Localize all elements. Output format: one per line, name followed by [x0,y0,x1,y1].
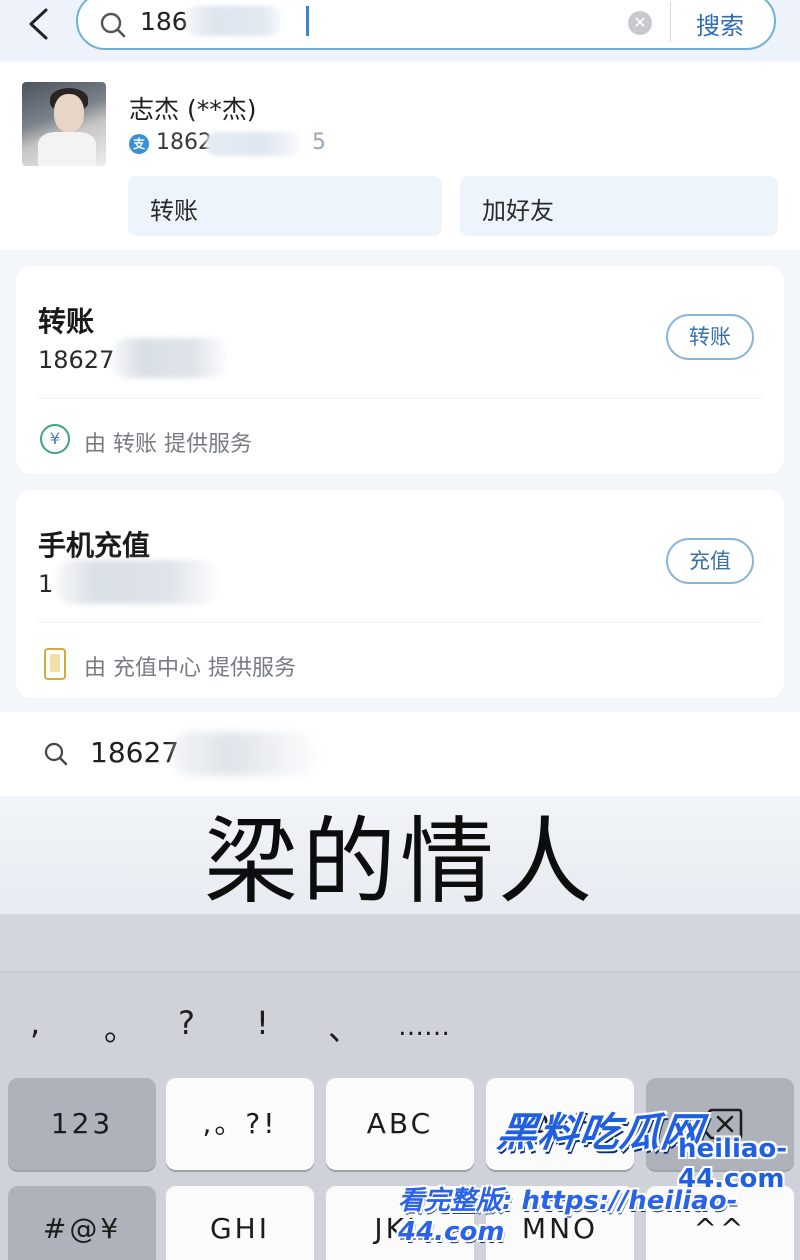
add-friend-label: 加好友 [482,197,554,225]
search-query-text: 186 [140,7,188,36]
avatar [22,82,106,166]
phone-icon [44,648,66,680]
text-caret [306,6,309,36]
back-button[interactable] [18,4,58,44]
transfer-button[interactable]: 转账 [666,314,754,360]
watermark-logo: 黑料吃瓜网 [494,1110,706,1156]
add-friend-button[interactable]: 加好友 [460,176,778,236]
punct-key[interactable]: 。 [104,1004,136,1050]
yen-icon: ¥ [40,424,70,454]
punctuation-key[interactable]: ,。?! [166,1078,314,1170]
card-title: 手机充值 [38,529,151,562]
search-input[interactable]: 186 ✕ 搜索 [76,0,776,50]
recharge-service-card[interactable]: 手机充值 1 充值 由 充值中心 提供服务 [16,490,784,698]
suggestion-text: 18627 [90,736,180,769]
divider [670,2,671,42]
search-suggestion[interactable]: 18627 [0,712,800,796]
clear-icon[interactable]: ✕ [628,11,652,35]
punct-key[interactable]: ! [256,1004,269,1042]
alipay-icon: 支 [129,134,149,154]
divider [38,622,762,623]
search-icon [44,742,68,766]
numbers-key[interactable]: 123 [8,1078,156,1170]
search-icon [100,12,126,38]
punct-key[interactable]: …… [398,1012,450,1042]
transfer-action-label: 转账 [150,197,198,225]
ghi-key[interactable]: GHI [166,1186,314,1260]
redaction-blur [206,132,302,156]
redaction-blur [170,732,320,776]
redaction-blur [56,560,218,604]
keyboard-toolbar [0,914,800,972]
search-button[interactable]: 搜索 [696,6,744,41]
card-number: 18627 [38,346,115,374]
divider [38,398,762,399]
provider-text: 由 充值中心 提供服务 [84,656,296,681]
contact-name: 志杰 (**杰) [129,95,257,124]
card-number: 1 [38,570,54,598]
recharge-button[interactable]: 充值 [666,538,754,584]
watermark-url: 看完整版: https://heiliao-44.com [398,1186,738,1247]
punct-key[interactable]: , [30,1004,40,1042]
abc-key[interactable]: ABC [326,1078,474,1170]
transfer-action-button[interactable]: 转账 [128,176,442,236]
symbols-key[interactable]: #@¥ [8,1186,156,1260]
transfer-service-card[interactable]: 转账 18627 转账 ¥ 由 转账 提供服务 [16,266,784,474]
redaction-blur [112,338,228,378]
punct-key[interactable]: ? [178,1004,195,1042]
card-title: 转账 [38,305,95,338]
contact-result[interactable]: 志杰 (**杰) 支 1862 5 转账 加好友 [0,62,800,250]
provider-text: 由 转账 提供服务 [84,432,252,457]
chevron-left-icon [29,8,48,40]
punct-key[interactable]: 、 [328,1004,360,1050]
redaction-blur [184,6,282,36]
caption-text: 梁的情人 [203,808,596,917]
